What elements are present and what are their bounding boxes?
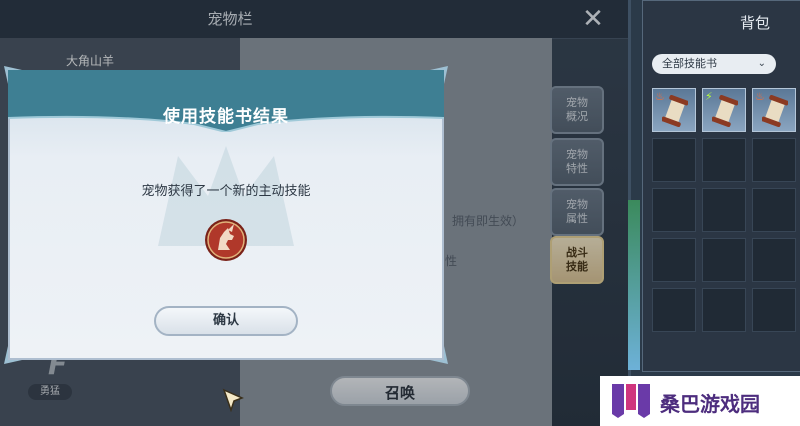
cursor-icon <box>222 388 244 412</box>
fire-icon: ♨ <box>655 90 665 103</box>
bag-slot-empty[interactable] <box>752 188 796 232</box>
skill-book-scroll-icon <box>662 95 688 127</box>
bag-slot-empty[interactable] <box>752 288 796 332</box>
bag-filter-dropdown[interactable]: 全部技能书 ⌄ <box>652 54 776 74</box>
skill-book-scroll-icon <box>712 95 738 127</box>
skill-book-scroll-icon <box>762 95 788 127</box>
confirm-button[interactable]: 确认 <box>154 306 298 336</box>
dialog-message: 宠物获得了一个新的主动技能 <box>141 184 311 199</box>
lightning-icon: ⚡ <box>705 90 713 103</box>
bag-slot-empty[interactable] <box>652 188 696 232</box>
bag-slot-skill-book[interactable]: ⚡ <box>702 88 746 132</box>
bag-slot-empty[interactable] <box>702 288 746 332</box>
bag-slot-empty[interactable] <box>702 138 746 182</box>
bag-slot-empty[interactable] <box>652 288 696 332</box>
dialog-title: 使用技能书结果 <box>163 107 289 127</box>
bag-slot-empty[interactable] <box>702 238 746 282</box>
corner-ornament-icon <box>4 66 22 84</box>
bag-slot-empty[interactable] <box>652 138 696 182</box>
bag-slot-empty[interactable] <box>652 238 696 282</box>
bag-slot-empty[interactable] <box>752 138 796 182</box>
watermark-logo-icon <box>612 384 650 418</box>
watermark-text: 桑巴游戏园 <box>660 392 760 416</box>
skill-book-result-dialog: 使用技能书结果 宠物获得了一个新的主动技能 确认 <box>4 66 448 364</box>
bag-slot-skill-book[interactable]: ♨ <box>652 88 696 132</box>
wolf-howl-icon <box>205 219 247 261</box>
bag-slot-skill-book[interactable]: ♨ <box>752 88 796 132</box>
corner-ornament-icon <box>4 346 22 364</box>
corner-ornament-icon <box>430 346 448 364</box>
chevron-down-icon: ⌄ <box>757 58 766 69</box>
fire-icon: ♨ <box>755 90 765 103</box>
bag-slot-empty[interactable] <box>702 188 746 232</box>
bag-title: 背包 <box>740 14 771 32</box>
bag-decor-strip <box>628 200 640 370</box>
corner-ornament-icon <box>430 66 448 84</box>
bag-filter-label: 全部技能书 <box>662 57 717 70</box>
bag-slot-empty[interactable] <box>752 238 796 282</box>
